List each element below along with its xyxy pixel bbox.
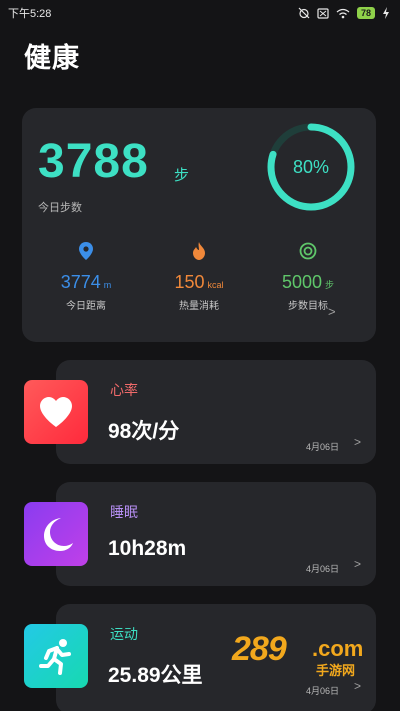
heart-icon	[40, 397, 72, 427]
heart-rate-icon-box[interactable]	[24, 380, 88, 444]
stat-distance-label: 今日距离	[66, 301, 106, 312]
stat-calories: 150 kcal 热量消耗	[149, 240, 249, 312]
watermark-text: 手游网	[316, 663, 356, 678]
heart-rate-chevron-right-icon[interactable]: >	[354, 435, 361, 449]
stat-distance-value: 3774	[60, 272, 101, 292]
sleep-card[interactable]: 睡眠 10h28m 4月06日 >	[56, 482, 376, 586]
exercise-chevron-right-icon[interactable]: >	[354, 679, 361, 693]
sleep-chevron-right-icon[interactable]: >	[354, 557, 361, 571]
exercise-icon-box[interactable]	[24, 624, 88, 688]
battery-indicator: 78	[356, 7, 375, 19]
steps-value: 3788	[38, 135, 149, 188]
goal-percent: 80%	[292, 156, 330, 177]
heart-rate-title: 心率	[110, 382, 138, 398]
step-goal-chevron-right-icon[interactable]: >	[328, 304, 336, 319]
steps-unit: 步	[174, 167, 190, 184]
stat-calories-label: 热量消耗	[179, 301, 219, 312]
sleep-value: 10h28m	[108, 537, 187, 560]
status-time: 下午5:28	[8, 8, 52, 20]
stat-calories-value: 150	[174, 272, 205, 292]
sleep-icon-box[interactable]	[24, 502, 88, 566]
wifi-icon	[336, 8, 350, 18]
steps-label: 今日步数	[38, 202, 82, 214]
sleep-date: 4月06日	[306, 564, 340, 574]
target-icon	[299, 242, 317, 260]
exercise-date: 4月06日	[306, 686, 340, 696]
heart-rate-date: 4月06日	[306, 442, 340, 452]
stat-distance-unit: m	[103, 280, 112, 290]
watermark-number: 289	[232, 630, 287, 668]
status-icons: 78	[298, 7, 390, 19]
stat-distance: 3774 m 今日距离	[36, 240, 136, 312]
exercise-value: 25.89公里	[108, 664, 203, 687]
watermark-logo: 289 .com 手游网	[232, 630, 382, 680]
exercise-title: 运动	[110, 626, 138, 642]
page-title: 健康	[24, 43, 80, 73]
location-pin-icon	[79, 242, 93, 260]
moon-icon	[44, 518, 73, 551]
charging-icon	[383, 7, 389, 19]
stat-calories-unit: kcal	[207, 280, 224, 290]
heart-rate-card[interactable]: 心率 98次/分 4月06日 >	[56, 360, 376, 464]
running-icon	[39, 639, 71, 675]
stat-goal-value: 5000	[281, 272, 323, 292]
watermark-domain: .com	[312, 636, 364, 661]
stat-goal-label: 步数目标	[288, 301, 328, 312]
stat-goal-unit: 步	[325, 280, 335, 290]
status-bar: 下午5:28 78	[0, 0, 400, 26]
sleep-title: 睡眠	[110, 504, 138, 520]
sim-icon	[317, 7, 329, 19]
alarm-off-icon	[298, 7, 310, 19]
steps-summary-card[interactable]: 3788 步 今日步数 80% 3774 m 今日距离 150 kcal 热量消耗 …	[22, 108, 376, 342]
heart-rate-value: 98次/分	[108, 420, 180, 443]
flame-icon	[193, 242, 205, 260]
stat-step-goal[interactable]: 5000 步 步数目标	[258, 240, 358, 312]
